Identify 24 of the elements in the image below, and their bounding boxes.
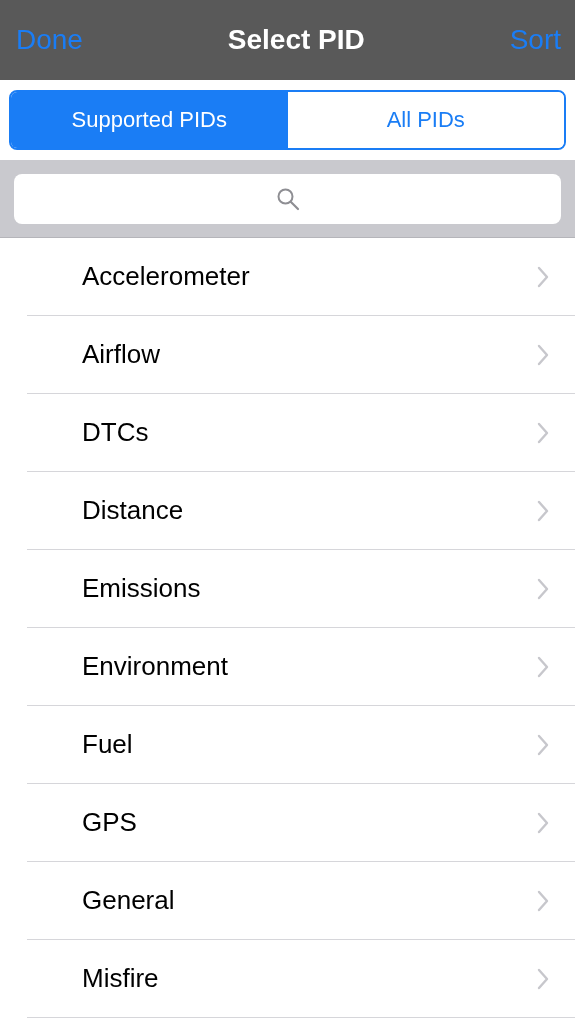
chevron-icon	[537, 265, 549, 288]
category-row[interactable]: DTCs	[27, 394, 575, 472]
chevron-icon	[537, 421, 549, 444]
chevron-icon	[537, 499, 549, 522]
category-row[interactable]: Distance	[27, 472, 575, 550]
chevron-icon	[537, 733, 549, 756]
category-row[interactable]: General	[27, 862, 575, 940]
chevron-icon	[537, 967, 549, 990]
screen-title: Select PID	[227, 24, 365, 56]
category-row[interactable]: GPS	[27, 784, 575, 862]
chevron-icon	[537, 889, 549, 912]
category-row[interactable]: Accelerometer	[27, 238, 575, 316]
chevron-icon	[537, 343, 549, 366]
search-icon	[275, 187, 300, 211]
chevron-icon	[537, 655, 549, 678]
search-field[interactable]	[14, 174, 561, 224]
chevron-icon	[537, 577, 549, 600]
chevron-icon	[537, 811, 549, 834]
category-row[interactable]: Environment	[27, 628, 575, 706]
category-row[interactable]: Fuel	[27, 706, 575, 784]
segment-tab[interactable]: Supported PIDs	[11, 92, 288, 148]
category-row[interactable]: Misfire	[27, 940, 575, 1018]
category-row[interactable]: Airflow	[27, 316, 575, 394]
category-row[interactable]: Emissions	[27, 550, 575, 628]
